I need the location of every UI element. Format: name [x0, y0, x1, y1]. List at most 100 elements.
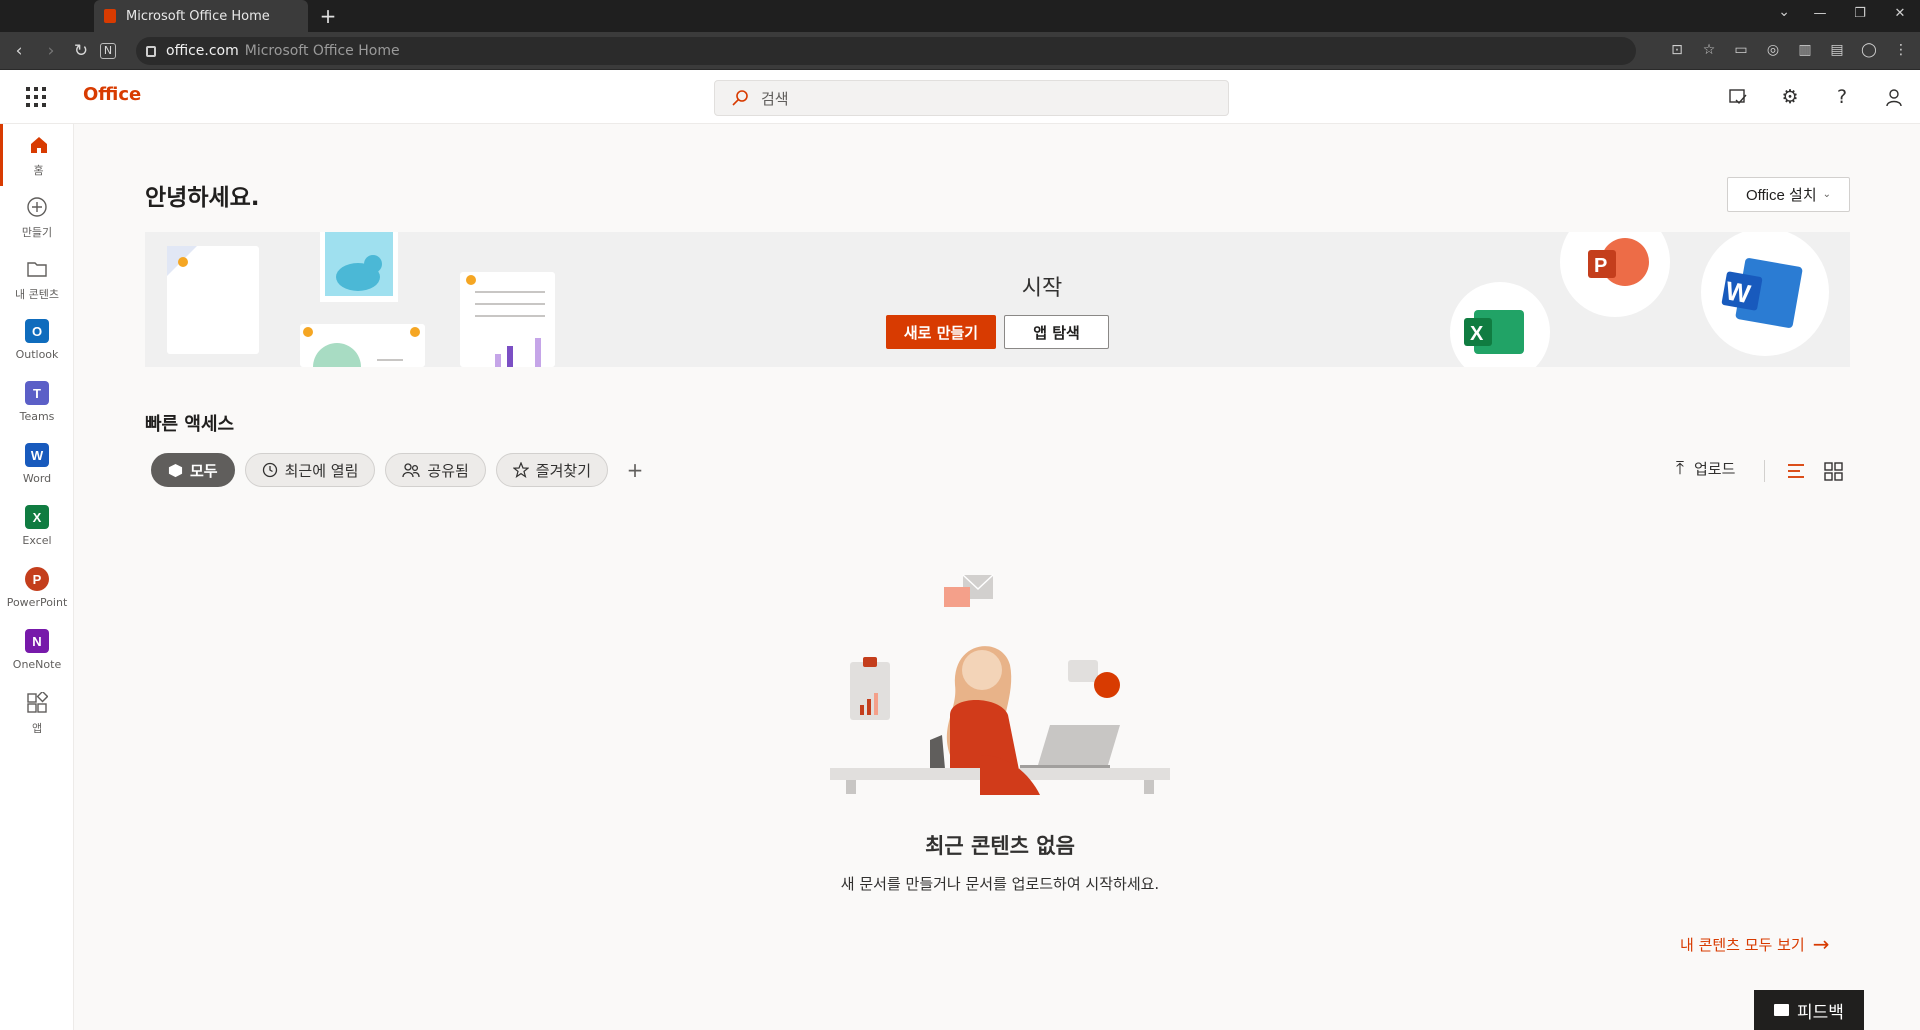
install-office-button[interactable]: Office 설치 ⌄ — [1727, 177, 1850, 212]
rail-item-home[interactable]: 홈 — [0, 124, 74, 186]
excel-icon: X — [24, 504, 50, 530]
app-launcher-icon[interactable] — [26, 87, 46, 107]
arrow-right-icon: → — [1812, 932, 1830, 956]
window-controls: — ❐ ✕ — [1800, 0, 1920, 32]
settings-gear-icon[interactable]: ⚙ — [1764, 70, 1816, 124]
rail-item-label: 내 콘텐츠 — [15, 288, 59, 301]
split-screen-icon[interactable]: ▥ — [1794, 39, 1816, 61]
rail-item-my-content[interactable]: 내 콘텐츠 — [0, 248, 74, 310]
filter-shared-pill[interactable]: 공유됨 — [385, 453, 486, 487]
document-illustration-icon — [167, 232, 555, 367]
filter-label: 최근에 열림 — [284, 461, 359, 480]
browser-toolbar: ‹ › ↻ N office.com Microsoft Office Home… — [0, 32, 1920, 70]
browser-tab-title: Microsoft Office Home — [126, 8, 270, 24]
reload-icon[interactable]: ↻ — [70, 40, 92, 62]
chevron-down-icon: ⌄ — [1822, 189, 1832, 200]
banner-title: 시작 — [1021, 276, 1063, 301]
see-all-content-link[interactable]: 내 콘텐츠 모두 보기 → — [1680, 932, 1829, 956]
rail-item-label: PowerPoint — [6, 596, 68, 609]
rail-item-label: 만들기 — [21, 226, 53, 239]
rail-item-onenote[interactable]: N OneNote — [0, 620, 74, 682]
browser-menu-icon[interactable]: ⋮ — [1890, 39, 1912, 61]
browser-tabstrip: Microsoft Office Home + ⌄ — ❐ ✕ — [0, 0, 1920, 32]
feedback-button[interactable]: 피드백 — [1754, 990, 1864, 1030]
filter-label: 모두 — [190, 461, 218, 480]
rail-item-label: 홈 — [33, 164, 44, 177]
url-page-title: Microsoft Office Home — [244, 43, 400, 59]
home-icon — [26, 132, 52, 158]
apps-icon — [24, 690, 50, 716]
clock-icon — [262, 462, 278, 478]
my-day-icon[interactable] — [1712, 70, 1764, 124]
install-app-icon[interactable]: ⊡ — [1666, 39, 1688, 61]
rail-item-powerpoint[interactable]: P PowerPoint — [0, 558, 74, 620]
favorites-icon[interactable]: ☆ — [1698, 39, 1720, 61]
address-bar[interactable]: office.com Microsoft Office Home — [136, 37, 1636, 65]
upload-label: 업로드 — [1693, 460, 1736, 478]
explore-apps-button[interactable]: 앱 탐색 — [1004, 315, 1109, 349]
screenshot-icon[interactable]: ◎ — [1762, 39, 1784, 61]
add-filter-button[interactable]: + — [618, 453, 652, 487]
powerpoint-icon: P — [24, 566, 50, 592]
start-banner: 시작 새로 만들기 앱 탐색 X P W — [145, 232, 1850, 367]
empty-state-illustration-icon — [830, 574, 1170, 795]
install-office-label: Office 설치 — [1745, 187, 1817, 204]
page-greeting: 안녕하세요. — [145, 185, 260, 211]
upload-button[interactable]: ⤒ 업로드 — [1676, 458, 1735, 479]
help-icon[interactable]: ? — [1816, 70, 1868, 124]
forward-icon[interactable]: › — [40, 40, 62, 62]
rail-item-label: Outlook — [15, 348, 59, 361]
url-domain: office.com — [166, 43, 239, 59]
list-view-icon[interactable] — [1785, 460, 1807, 482]
account-icon[interactable] — [1868, 70, 1920, 124]
rail-item-teams[interactable]: T Teams — [0, 372, 74, 434]
new-tab-button[interactable]: + — [316, 4, 340, 28]
tab-search-icon[interactable]: ⌄ — [1778, 4, 1790, 20]
reading-mode-icon[interactable]: N — [100, 43, 116, 59]
outlook-icon: O — [24, 318, 50, 344]
office-brand[interactable]: Office — [83, 84, 141, 105]
word-icon: W — [24, 442, 50, 468]
filter-favorites-pill[interactable]: 즐겨찾기 — [495, 453, 608, 487]
people-icon — [402, 462, 421, 478]
rail-item-create[interactable]: 만들기 — [0, 186, 74, 248]
empty-state-title: 최근 콘텐츠 없음 — [925, 834, 1075, 858]
onenote-icon: N — [24, 628, 50, 654]
lock-icon — [146, 45, 156, 57]
rail-item-label: OneNote — [12, 658, 62, 671]
close-icon[interactable]: ✕ — [1880, 0, 1920, 32]
rail-item-apps[interactable]: 앱 — [0, 682, 74, 744]
cast-icon[interactable]: ▭ — [1730, 39, 1752, 61]
search-input[interactable]: 검색 — [714, 80, 1229, 116]
profile-icon[interactable]: ◯ — [1858, 39, 1880, 61]
view-separator — [1764, 460, 1765, 482]
new-document-button[interactable]: 새로 만들기 — [886, 315, 996, 349]
star-icon — [512, 462, 529, 478]
rail-item-word[interactable]: W Word — [0, 434, 74, 496]
rail-item-label: Teams — [19, 410, 55, 423]
filter-label: 공유됨 — [427, 461, 469, 480]
search-placeholder: 검색 — [761, 89, 789, 108]
browser-extension-icons: ⊡ ☆ ▭ ◎ ▥ ▤ ◯ ⋮ — [1666, 39, 1912, 61]
create-icon — [24, 194, 50, 220]
search-icon — [732, 90, 748, 106]
rail-item-excel[interactable]: X Excel — [0, 496, 74, 558]
filter-recent-pill[interactable]: 최근에 열림 — [244, 453, 376, 487]
office-favicon-icon — [104, 9, 116, 23]
rail-item-outlook[interactable]: O Outlook — [0, 310, 74, 372]
back-icon[interactable]: ‹ — [8, 40, 30, 62]
filter-pills: 모두 최근에 열림 공유됨 즐겨찾기 + — [151, 453, 652, 487]
sidebar-icon[interactable]: ▤ — [1826, 39, 1848, 61]
quick-access-title: 빠른 액세스 — [145, 414, 235, 435]
see-all-label: 내 콘텐츠 모두 보기 — [1680, 935, 1805, 954]
svg-text:P: P — [1594, 255, 1607, 277]
grid-view-icon[interactable] — [1822, 460, 1844, 482]
browser-tab[interactable]: Microsoft Office Home — [94, 0, 308, 32]
upload-icon: ⤒ — [1676, 458, 1684, 479]
left-app-rail: 홈 만들기 내 콘텐츠 O Outlook T Teams W Word X E… — [0, 124, 74, 1030]
svg-text:X: X — [1470, 323, 1484, 345]
restore-icon[interactable]: ❐ — [1840, 0, 1880, 32]
rail-item-label: Excel — [22, 534, 52, 547]
filter-all-pill[interactable]: 모두 — [151, 453, 235, 487]
minimize-icon[interactable]: — — [1800, 0, 1840, 32]
